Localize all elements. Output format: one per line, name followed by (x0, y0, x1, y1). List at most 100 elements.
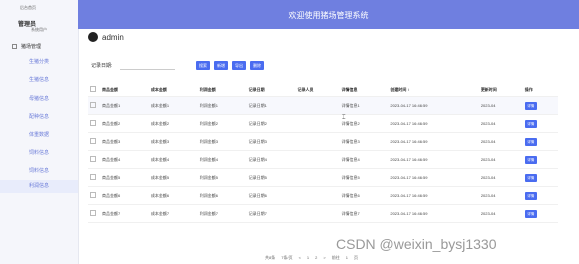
table-row: 商品金额6 成本金额6 利润金额6 记录日期6 详情信息6 2023-04-17 16:4… (88, 186, 558, 205)
table-cell (295, 96, 340, 115)
table-cell: 2023-04 (478, 114, 523, 133)
sidebar-item-feed-info[interactable]: 饲料信息 (0, 147, 78, 160)
pagination: 共8条 7条/页 < 1 2 > 前往 1 页 (265, 255, 358, 261)
date-filter-input[interactable] (120, 60, 175, 70)
row-checkbox[interactable] (90, 138, 96, 144)
col-header: 记录人员 (295, 83, 340, 97)
sidebar-item-weight-data[interactable]: 体重数据 (0, 129, 78, 142)
action-cell: 详情 (522, 186, 558, 205)
table-cell: 记录日期2 (246, 114, 296, 133)
row-checkbox[interactable] (90, 120, 96, 126)
header-bar: 欢迎使用猪场管理系统 (78, 0, 579, 29)
table-cell: 详情信息1 (339, 96, 389, 115)
action-cell: 详情 (522, 114, 558, 133)
table-cell: 2023-04 (478, 150, 523, 169)
table-cell: 利润金额1 (197, 96, 247, 115)
table-cell: 商品金额2 (100, 114, 149, 133)
table-cell (295, 168, 340, 187)
table-cell: 2023-04 (478, 132, 523, 151)
page-size-select[interactable]: 7条/页 (281, 255, 292, 261)
table-cell: 2023-04-17 16:46:59 (388, 150, 479, 169)
sidebar-item-pig-category[interactable]: 生猪分类 (0, 56, 78, 69)
col-header: 成本金额 (148, 83, 198, 97)
search-button[interactable]: 搜索 (196, 61, 210, 70)
total-count: 共8条 (265, 255, 276, 260)
table-cell: 2023-04 (478, 186, 523, 205)
action-cell: 详情 (522, 168, 558, 187)
table-cell: 成本金额3 (148, 132, 198, 151)
table-cell: 2023-04 (478, 96, 523, 115)
avatar[interactable] (88, 32, 98, 42)
table-cell (295, 150, 340, 169)
table-row: 商品金额4 成本金额4 利润金额4 记录日期4 详情信息4 2023-04-17 16:4… (88, 150, 558, 169)
page-1[interactable]: 1 (307, 255, 309, 261)
table-cell: 商品金额3 (100, 132, 149, 151)
menu-group-pig-management[interactable]: 猪场管理 (12, 41, 74, 51)
col-header: 记录日期 (246, 83, 296, 97)
table-cell: 记录日期7 (246, 204, 296, 223)
col-header: 商品金额 (100, 83, 149, 97)
row-checkbox[interactable] (90, 102, 96, 108)
table-row: 商品金额7 成本金额7 利润金额7 记录日期7 详情信息7 2023-04-17 16:4… (88, 204, 558, 223)
row-checkbox-cell (88, 150, 100, 169)
detail-button[interactable]: 详情 (524, 209, 537, 218)
next-page-button[interactable]: > (323, 255, 325, 261)
detail-button[interactable]: 详情 (524, 119, 537, 128)
table-cell (295, 114, 340, 133)
sidebar-item-sow-info[interactable]: 母猪信息 (0, 93, 78, 106)
table-cell: 2023-04-17 16:46:59 (388, 132, 479, 151)
table-cell (295, 186, 340, 205)
table-cell: 详情信息2 (339, 114, 389, 133)
select-all-checkbox[interactable] (90, 86, 96, 92)
detail-button[interactable]: 详情 (524, 155, 537, 164)
col-header: 利润金额 (197, 83, 247, 97)
sidebar-item-feed-info-2[interactable]: 饲料信息 (0, 165, 78, 178)
table-cell: 详情信息4 (339, 150, 389, 169)
col-header-sortable[interactable]: 创建时间 ↕ (388, 83, 479, 97)
delete-button[interactable]: 删除 (250, 61, 264, 70)
row-checkbox[interactable] (90, 174, 96, 180)
row-checkbox-cell (88, 204, 100, 223)
breadcrumb: admin (88, 30, 124, 44)
table-cell: 2023-04-17 16:46:59 (388, 114, 479, 133)
row-checkbox-cell (88, 168, 100, 187)
goto-page-input[interactable]: 1 (346, 255, 348, 261)
add-button[interactable]: 新增 (214, 61, 228, 70)
table-cell: 成本金额6 (148, 186, 198, 205)
row-checkbox[interactable] (90, 210, 96, 216)
table-cell: 利润金额3 (197, 132, 247, 151)
detail-button[interactable]: 详情 (524, 173, 537, 182)
detail-button[interactable]: 详情 (524, 101, 537, 110)
prev-page-button[interactable]: < (299, 255, 301, 261)
sidebar-item-breeding-info[interactable]: 配种信息 (0, 111, 78, 124)
page-unit: 页 (353, 255, 358, 260)
detail-button[interactable]: 详情 (524, 191, 537, 200)
table-row: 商品金额1 成本金额1 利润金额1 记录日期1 详情信息1 2023-04-17 16:4… (88, 96, 558, 115)
action-cell: 详情 (522, 204, 558, 223)
sidebar-item-profit-info[interactable]: 利润信息 (0, 180, 78, 193)
page-2[interactable]: 2 (315, 255, 317, 261)
table-cell: 2023-04 (478, 204, 523, 223)
detail-button[interactable]: 详情 (524, 137, 537, 146)
row-checkbox[interactable] (90, 156, 96, 162)
action-cell: 详情 (522, 132, 558, 151)
mouse-cursor-icon: ⌶ (342, 115, 346, 121)
col-header: 详情信息 (339, 83, 389, 97)
export-button[interactable]: 导出 (232, 61, 246, 70)
col-header: 操作 (522, 83, 558, 97)
app-title[interactable]: 后台首页 (20, 5, 36, 11)
menu-group-label: 猪场管理 (21, 43, 42, 50)
table-cell: 商品金额1 (100, 96, 149, 115)
page-title: 欢迎使用猪场管理系统 (288, 11, 369, 20)
table-cell: 商品金额5 (100, 168, 149, 187)
grid-icon (12, 43, 17, 49)
table-cell: 商品金额4 (100, 150, 149, 169)
table-cell: 利润金额5 (197, 168, 247, 187)
table-cell: 利润金额4 (197, 150, 247, 169)
row-checkbox[interactable] (90, 192, 96, 198)
table-cell: 记录日期1 (246, 96, 296, 115)
table-cell: 2023-04-17 16:46:59 (388, 186, 479, 205)
table-cell (295, 204, 340, 223)
table-cell: 利润金额2 (197, 114, 247, 133)
sidebar-item-pig-info[interactable]: 生猪信息 (0, 74, 78, 87)
